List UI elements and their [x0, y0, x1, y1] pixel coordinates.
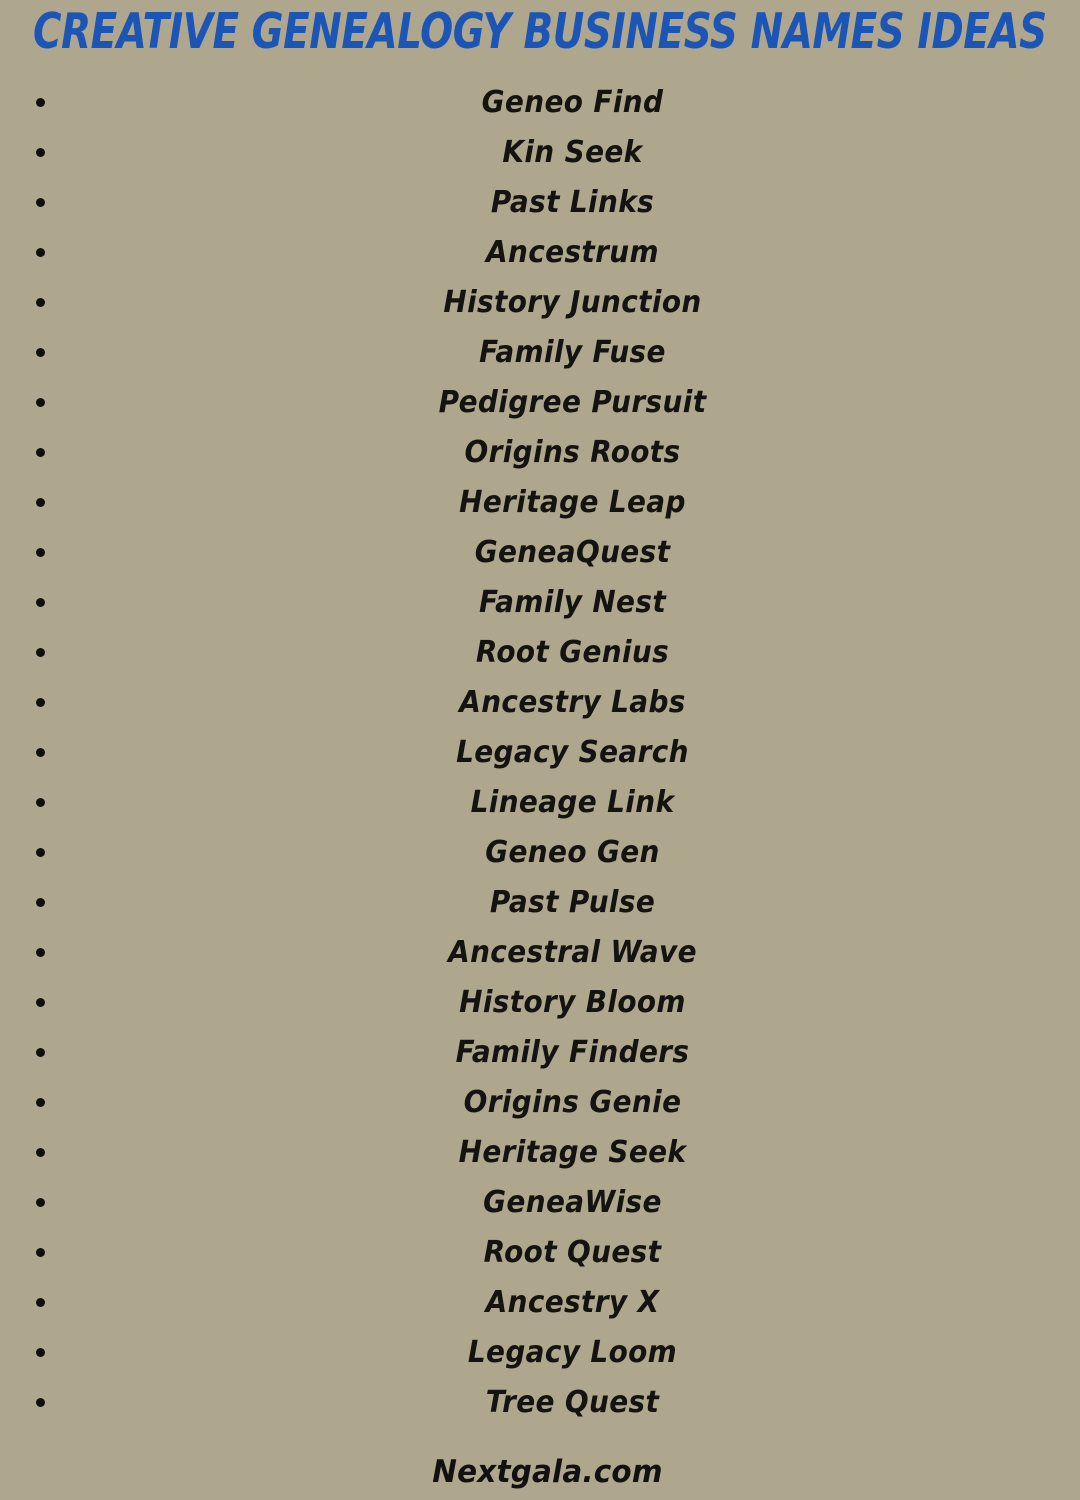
list-item: Family Fuse — [0, 328, 1080, 378]
poster-canvas: Creative Genealogy Business Names Ideas … — [0, 0, 1080, 1500]
business-name-label: Family Fuse — [479, 335, 666, 370]
business-name-label: History Junction — [443, 285, 702, 320]
list-item: GeneaQuest — [0, 528, 1080, 578]
business-name-label: Origins Genie — [463, 1085, 682, 1120]
list-item: Root Quest — [0, 1228, 1080, 1278]
business-name-label: Root Genius — [475, 635, 670, 670]
list-item: Lineage Link — [0, 778, 1080, 828]
list-item: GeneaWise — [0, 1178, 1080, 1228]
list-item: Kin Seek — [0, 128, 1080, 178]
list-item: Family Finders — [0, 1028, 1080, 1078]
business-name-label: Heritage Leap — [459, 485, 686, 520]
list-item: Origins Roots — [0, 428, 1080, 478]
list-item: Geneo Find — [0, 78, 1080, 128]
business-name-label: Tree Quest — [485, 1385, 660, 1420]
list-item: Geneo Gen — [0, 828, 1080, 878]
business-name-label: Origins Roots — [464, 435, 681, 470]
business-name-label: Legacy Loom — [467, 1335, 678, 1370]
page-title: Creative Genealogy Business Names Ideas — [33, 2, 1047, 60]
business-name-label: Past Pulse — [489, 885, 656, 920]
list-item: Ancestral Wave — [0, 928, 1080, 978]
list-item: Past Pulse — [0, 878, 1080, 928]
list-item: Root Genius — [0, 628, 1080, 678]
list-item: Ancestry Labs — [0, 678, 1080, 728]
list-item: Legacy Search — [0, 728, 1080, 778]
site-footer: Nextgala.com — [432, 1454, 663, 1490]
business-name-label: Heritage Seek — [458, 1135, 687, 1170]
business-name-label: Ancestry Labs — [459, 685, 686, 720]
list-item: Heritage Leap — [0, 478, 1080, 528]
business-name-label: Ancestry X — [485, 1285, 660, 1320]
list-item: Past Links — [0, 178, 1080, 228]
business-name-label: History Bloom — [459, 985, 686, 1020]
list-item: Pedigree Pursuit — [0, 378, 1080, 428]
business-name-label: GeneaQuest — [474, 535, 671, 570]
business-name-label: GeneaWise — [483, 1185, 662, 1220]
business-name-label: Ancestrum — [486, 235, 659, 270]
list-item: Tree Quest — [0, 1378, 1080, 1428]
business-name-label: Root Quest — [483, 1235, 662, 1270]
list-item: History Junction — [0, 278, 1080, 328]
business-name-label: Ancestral Wave — [448, 935, 697, 970]
list-item: Ancestrum — [0, 228, 1080, 278]
business-name-label: Pedigree Pursuit — [438, 385, 707, 420]
business-name-label: Family Finders — [455, 1035, 690, 1070]
business-names-list: Geneo Find Kin Seek Past Links Ancestrum His… — [0, 78, 1080, 1428]
list-item: Origins Genie — [0, 1078, 1080, 1128]
list-item: Family Nest — [0, 578, 1080, 628]
business-name-label: Family Nest — [478, 585, 667, 620]
list-item: Legacy Loom — [0, 1328, 1080, 1378]
business-name-label: Geneo Find — [481, 85, 664, 120]
business-name-label: Kin Seek — [502, 135, 643, 170]
list-item: Heritage Seek — [0, 1128, 1080, 1178]
business-name-label: Geneo Gen — [485, 835, 660, 870]
business-name-label: Past Links — [490, 185, 655, 220]
business-name-label: Legacy Search — [456, 735, 689, 770]
title-bar: Creative Genealogy Business Names Ideas — [0, 0, 1080, 62]
list-item: Ancestry X — [0, 1278, 1080, 1328]
list-item: History Bloom — [0, 978, 1080, 1028]
business-name-label: Lineage Link — [470, 785, 675, 820]
